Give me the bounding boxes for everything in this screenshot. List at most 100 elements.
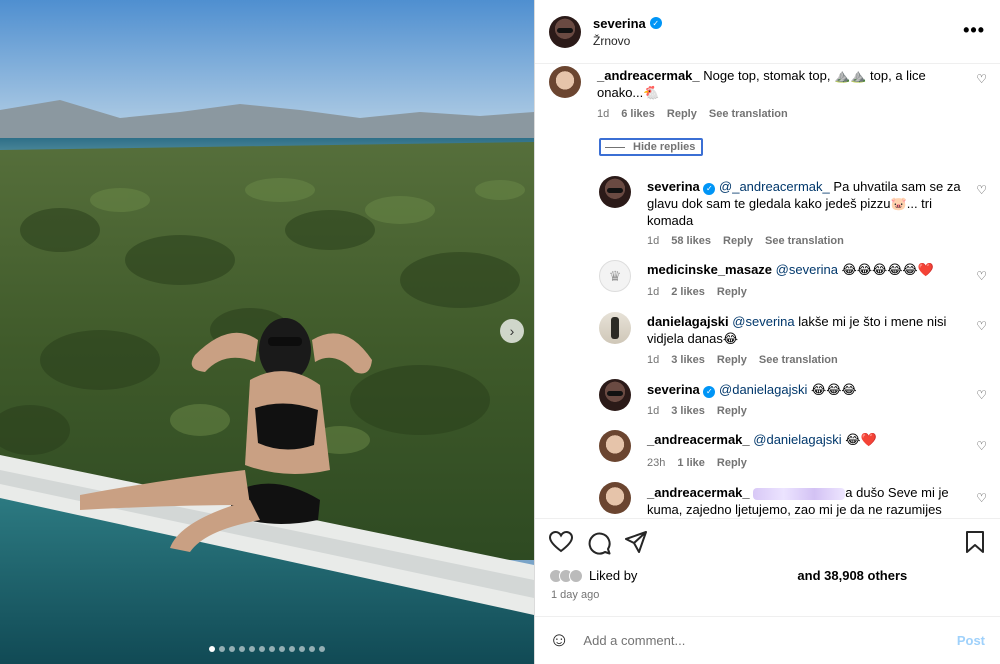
reply-button[interactable]: Reply [723, 235, 753, 247]
comment-text: danielagajski @severina lakše mi je što … [647, 313, 967, 347]
mention-link[interactable]: @_andreacermak_ [719, 179, 830, 194]
avatar[interactable] [599, 176, 631, 208]
mention-link[interactable]: @severina [776, 262, 838, 277]
avatar[interactable] [599, 379, 631, 411]
avatar[interactable] [599, 482, 631, 514]
comment-text: _andreacermak_ Noge top, stomak top, ⛰️⛰… [597, 67, 957, 101]
like-comment-heart-icon[interactable]: ♡ [976, 72, 987, 86]
comment-meta: 23h 1 like Reply [647, 457, 747, 469]
blurred-mention [753, 487, 846, 500]
reply-button[interactable]: Reply [717, 405, 747, 417]
post-comment-button[interactable]: Post [957, 633, 985, 648]
heart-icon[interactable] [549, 531, 573, 553]
comment-username[interactable]: _andreacermak_ [647, 485, 750, 500]
comment-meta: 1d 3 likes Reply See translation [647, 354, 838, 366]
reply-button[interactable]: Reply [717, 354, 747, 366]
comment-age: 1d [647, 405, 660, 417]
comment-text: severina ✓ @danielagajski 😂😂😂 [647, 381, 967, 398]
mention-link[interactable]: @danielagajski [753, 432, 841, 447]
comment-text: _andreacermak_ a dušo Seve mi je kuma, z… [647, 484, 967, 518]
comment-text: medicinske_masaze @severina 😂😂😂😂😂❤️ [647, 261, 977, 278]
carousel-indicator [0, 646, 534, 652]
mention-link[interactable]: @severina [732, 314, 794, 329]
comment-body: 😂😂😂😂😂❤️ [841, 262, 934, 277]
comment-body: 😂😂😂 [811, 382, 857, 397]
post-author-username[interactable]: severina [593, 16, 646, 31]
post-location[interactable]: Žrnovo [593, 34, 662, 48]
comments-list[interactable]: _andreacermak_ Noge top, stomak top, ⛰️⛰… [535, 64, 1000, 518]
comment-meta: 1d 58 likes Reply See translation [647, 235, 844, 247]
comment-username[interactable]: _andreacermak_ [597, 68, 700, 83]
divider [605, 146, 625, 148]
comment-likes[interactable]: 6 likes [621, 108, 655, 120]
avatar[interactable] [599, 260, 631, 292]
reply-button[interactable]: Reply [717, 286, 747, 298]
like-comment-heart-icon[interactable]: ♡ [976, 183, 987, 197]
avatar[interactable] [549, 66, 581, 98]
carousel-dot [239, 646, 245, 652]
carousel-dot [289, 646, 295, 652]
liker-avatars[interactable] [549, 568, 589, 583]
like-comment-heart-icon[interactable]: ♡ [976, 439, 987, 453]
reply-button[interactable]: Reply [667, 108, 697, 120]
avatar[interactable] [549, 15, 581, 48]
comment-age: 1d [647, 235, 660, 247]
post-photo [0, 0, 534, 664]
see-translation-button[interactable]: See translation [765, 235, 844, 247]
comment-username[interactable]: _andreacermak_ [647, 432, 750, 447]
comment-meta: 1d 3 likes Reply [647, 405, 747, 417]
avatar[interactable] [599, 312, 631, 344]
share-icon[interactable] [625, 531, 647, 553]
emoji-icon[interactable]: ☺ [549, 629, 569, 652]
comment-meta: 1d 2 likes Reply [647, 286, 747, 298]
carousel-dot [209, 646, 215, 652]
carousel-dot [229, 646, 235, 652]
see-translation-button[interactable]: See translation [709, 108, 788, 120]
carousel-dot [299, 646, 305, 652]
mention-link[interactable]: @danielagajski [719, 382, 807, 397]
comment-likes[interactable]: 1 like [677, 457, 705, 469]
verified-badge-icon: ✓ [649, 17, 662, 29]
comment-age: 1d [647, 286, 660, 298]
chevron-right-icon: › [509, 323, 515, 339]
carousel-dot [259, 646, 265, 652]
verified-badge-icon: ✓ [703, 385, 716, 398]
post-media[interactable]: › [0, 0, 534, 664]
likes-summary: Liked by and 38,908 others [549, 568, 907, 583]
comment-icon[interactable] [587, 531, 611, 555]
like-comment-heart-icon[interactable]: ♡ [976, 319, 987, 333]
liked-by-label: Liked by [589, 568, 638, 583]
like-comment-heart-icon[interactable]: ♡ [976, 491, 987, 505]
save-bookmark-icon[interactable] [965, 531, 985, 553]
avatar[interactable] [599, 430, 631, 462]
carousel-dot [279, 646, 285, 652]
like-comment-heart-icon[interactable]: ♡ [976, 269, 987, 283]
comment-username[interactable]: severina [647, 382, 700, 397]
comment-likes[interactable]: 3 likes [671, 354, 705, 366]
post-timestamp[interactable]: 1 day ago [551, 589, 599, 601]
post-actions-bar [535, 518, 1000, 564]
comment-age: 1d [647, 354, 660, 366]
carousel-dot [309, 646, 315, 652]
comment-likes[interactable]: 2 likes [671, 286, 705, 298]
more-horizontal-icon[interactable]: ••• [963, 20, 985, 41]
comment-text: _andreacermak_ @danielagajski 😂❤️ [647, 431, 977, 448]
comment-username[interactable]: severina [647, 179, 700, 194]
carousel-dot [219, 646, 225, 652]
comment-age: 23h [647, 457, 666, 469]
post-header: severina ✓ Žrnovo ••• [535, 0, 1000, 64]
comment-username[interactable]: danielagajski [647, 314, 729, 329]
hide-replies-button[interactable]: Hide replies [599, 138, 703, 156]
comment-likes[interactable]: 3 likes [671, 405, 705, 417]
post-details-panel: severina ✓ Žrnovo ••• _andreacermak_ Nog… [534, 0, 1000, 664]
comment-likes[interactable]: 58 likes [671, 235, 711, 247]
carousel-next-button[interactable]: › [500, 319, 524, 343]
see-translation-button[interactable]: See translation [759, 354, 838, 366]
likes-count[interactable]: and 38,908 others [797, 568, 907, 583]
reply-button[interactable]: Reply [717, 457, 747, 469]
like-comment-heart-icon[interactable]: ♡ [976, 388, 987, 402]
carousel-dot [269, 646, 275, 652]
comment-body: 😂❤️ [845, 432, 877, 447]
comment-username[interactable]: medicinske_masaze [647, 262, 772, 277]
comment-input[interactable] [583, 633, 934, 648]
